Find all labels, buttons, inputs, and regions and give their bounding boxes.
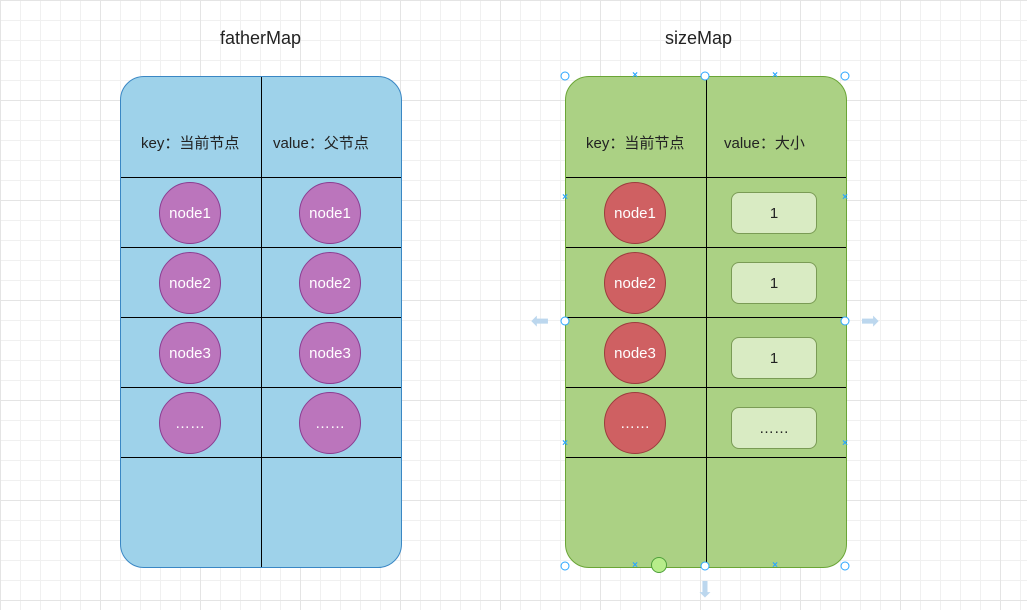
- node[interactable]: ……: [299, 392, 361, 454]
- sizemap-panel[interactable]: key：当前节点 value：大小 node1 1 node2 1 node3 …: [565, 76, 847, 568]
- port-icon[interactable]: ×: [560, 193, 570, 203]
- value-pill[interactable]: 1: [731, 262, 817, 304]
- sizemap-title: sizeMap: [665, 28, 732, 49]
- node[interactable]: node1: [159, 182, 221, 244]
- port-icon[interactable]: ×: [770, 71, 780, 81]
- sizemap-value-header: value：大小: [724, 132, 805, 153]
- selection-handle[interactable]: [561, 317, 570, 326]
- port-icon[interactable]: ×: [560, 439, 570, 449]
- divider: [566, 177, 846, 178]
- selection-handle[interactable]: [841, 72, 850, 81]
- selection-handle[interactable]: [701, 72, 710, 81]
- node[interactable]: node1: [299, 182, 361, 244]
- divider: [121, 247, 401, 248]
- node[interactable]: ……: [159, 392, 221, 454]
- fathermap-value-header: value：父节点: [273, 132, 369, 153]
- divider: [706, 77, 707, 567]
- divider: [566, 387, 846, 388]
- divider: [566, 457, 846, 458]
- selection-handle[interactable]: [561, 72, 570, 81]
- node[interactable]: node2: [604, 252, 666, 314]
- node[interactable]: node3: [159, 322, 221, 384]
- node[interactable]: node1: [604, 182, 666, 244]
- node[interactable]: ……: [604, 392, 666, 454]
- value-pill[interactable]: ……: [731, 407, 817, 449]
- node[interactable]: node2: [159, 252, 221, 314]
- port-icon[interactable]: ×: [840, 193, 850, 203]
- node[interactable]: node2: [299, 252, 361, 314]
- selection-handle[interactable]: [561, 562, 570, 571]
- fathermap-key-header: key：当前节点: [141, 132, 239, 153]
- sizemap-key-header: key：当前节点: [586, 132, 684, 153]
- node[interactable]: node3: [604, 322, 666, 384]
- value-pill[interactable]: 1: [731, 192, 817, 234]
- port-icon[interactable]: ×: [770, 561, 780, 571]
- value-pill[interactable]: 1: [731, 337, 817, 379]
- divider: [566, 247, 846, 248]
- divider: [566, 317, 846, 318]
- divider: [121, 387, 401, 388]
- divider: [121, 317, 401, 318]
- rotation-handle[interactable]: [651, 557, 667, 573]
- port-icon[interactable]: ×: [630, 71, 640, 81]
- divider: [121, 177, 401, 178]
- selection-handle[interactable]: [841, 562, 850, 571]
- port-icon[interactable]: ×: [840, 439, 850, 449]
- node[interactable]: node3: [299, 322, 361, 384]
- fathermap-title: fatherMap: [220, 28, 301, 49]
- selection-handle[interactable]: [841, 317, 850, 326]
- divider: [261, 77, 262, 567]
- fathermap-panel[interactable]: key：当前节点 value：父节点 node1 node1 node2 nod…: [120, 76, 402, 568]
- divider: [121, 457, 401, 458]
- port-icon[interactable]: ×: [630, 561, 640, 571]
- selection-handle[interactable]: [701, 562, 710, 571]
